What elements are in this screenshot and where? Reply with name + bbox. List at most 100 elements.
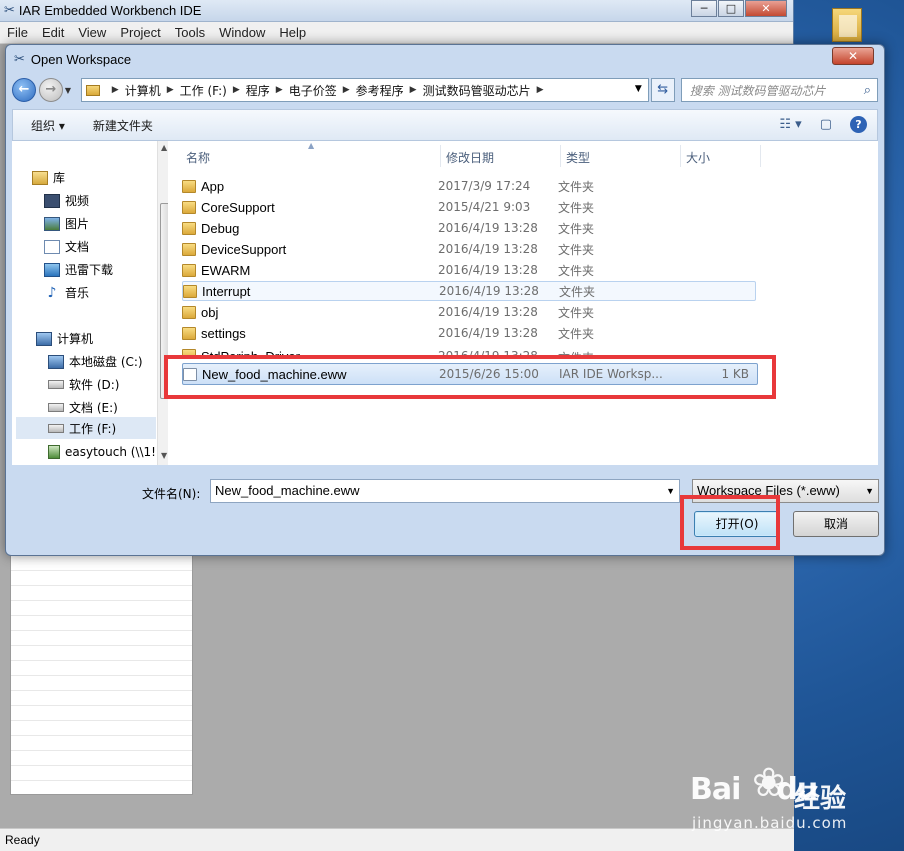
menu-file[interactable]: File [0,25,35,40]
breadcrumb-computer[interactable]: 计算机 [125,82,161,99]
menu-project[interactable]: Project [113,25,167,40]
chevron-right-icon[interactable]: ▶ [410,85,417,95]
menu-window[interactable]: Window [212,25,272,40]
chevron-right-icon[interactable]: ▶ [276,85,283,95]
ide-titlebar[interactable]: ✂ IAR Embedded Workbench IDE ─ □ ✕ [0,0,793,22]
column-type[interactable]: 类型 [566,149,590,166]
file-date: 2016/4/19 13:28 [438,263,538,277]
nav-item-music[interactable]: ♪ 音乐 [44,284,89,301]
forward-button[interactable]: → [38,78,63,102]
view-options-icon[interactable]: ☷ ▾ [779,117,801,132]
nav-network-easytouch[interactable]: easytouch (\\1! [48,445,156,459]
nav-item-video[interactable]: 视频 [44,192,89,209]
chevron-down-icon[interactable]: ▼ [865,480,874,502]
nav-item-label: 工作 (F:) [69,421,117,436]
help-icon[interactable]: ? [850,116,867,133]
breadcrumb-reference[interactable]: 参考程序 [356,82,404,99]
dialog-titlebar[interactable]: ✂ Open Workspace ✕ [6,45,884,73]
column-divider[interactable] [680,145,681,167]
desktop-folder-icon[interactable] [826,2,866,46]
file-row[interactable]: Debug 2016/4/19 13:28 文件夹 [182,218,756,238]
chevron-right-icon[interactable]: ▶ [233,85,240,95]
back-arrow-icon: ← [18,82,30,97]
file-row[interactable]: Interrupt 2016/4/19 13:28 文件夹 [182,281,756,301]
back-button[interactable]: ← [12,78,36,102]
column-divider[interactable] [760,145,761,167]
file-type: 文件夹 [558,263,595,278]
file-row[interactable]: obj 2016/4/19 13:28 文件夹 [182,302,756,322]
file-row[interactable]: EWARM 2016/4/19 13:28 文件夹 [182,260,756,280]
chevron-down-icon[interactable]: ▼ [666,480,675,502]
folder-icon [182,263,196,277]
breadcrumb-drive-f[interactable]: 工作 (F:) [180,82,227,99]
workspace-panel[interactable] [10,555,193,795]
address-bar[interactable]: ▶ 计算机 ▶ 工作 (F:) ▶ 程序 ▶ 电子价签 ▶ 参考程序 ▶ 测试数… [80,78,649,102]
folder-icon [182,200,196,214]
breadcrumb-price-tag[interactable]: 电子价签 [289,82,337,99]
file-name: obj [201,304,219,320]
menu-edit[interactable]: Edit [35,25,71,40]
file-date: 2016/4/19 13:28 [438,221,538,235]
drive-icon [48,380,64,389]
file-row[interactable]: App 2017/3/9 17:24 文件夹 [182,176,756,196]
column-size[interactable]: 大小 [686,149,710,166]
chevron-right-icon[interactable]: ▶ [343,85,350,95]
address-dropdown-icon[interactable]: ▼ [635,84,642,94]
chevron-right-icon[interactable]: ▶ [167,85,174,95]
chevron-right-icon[interactable]: ▶ [112,85,119,95]
scroll-down-icon[interactable]: ▼ [161,451,167,460]
nav-drive-e[interactable]: 文档 (E:) [48,399,118,416]
dialog-close-button[interactable]: ✕ [832,47,874,65]
network-drive-icon [48,445,61,459]
maximize-button[interactable]: □ [718,0,744,17]
nav-computer[interactable]: 计算机 [36,330,93,347]
menu-help[interactable]: Help [272,25,313,40]
organize-button[interactable]: 组织 ▾ [31,117,65,134]
search-input[interactable]: 搜索 测试数码管驱动芯片 ⌕ [680,78,879,102]
breadcrumb-program[interactable]: 程序 [246,82,270,99]
paw-icon: ❀ [752,760,786,806]
folder-icon [182,221,196,235]
menu-tools[interactable]: Tools [168,25,212,40]
refresh-button[interactable]: ⇆ [650,78,675,102]
nav-item-label: 本地磁盘 (C:) [69,355,143,369]
breadcrumb-current[interactable]: 测试数码管驱动芯片 [423,82,531,99]
nav-item-label: 视频 [65,194,90,208]
new-folder-button[interactable]: 新建文件夹 [93,117,153,134]
nav-item-documents[interactable]: 文档 [44,238,89,255]
file-row[interactable]: settings 2016/4/19 13:28 文件夹 [182,323,756,343]
file-type: 文件夹 [558,200,595,215]
chevron-right-icon[interactable]: ▶ [537,85,544,95]
preview-pane-icon[interactable]: ▢ [820,117,832,132]
address-row: ← → ▼ ▶ 计算机 ▶ 工作 (F:) ▶ 程序 ▶ 电子价签 ▶ 参考程序… [12,77,879,103]
column-divider[interactable] [560,145,561,167]
column-date[interactable]: 修改日期 [446,149,494,166]
history-dropdown-icon[interactable]: ▼ [65,86,77,95]
open-workspace-dialog: ✂ Open Workspace ✕ ← → ▼ ▶ 计算机 ▶ 工作 (F:)… [5,44,885,556]
minimize-button[interactable]: ─ [691,0,717,17]
nav-drive-c[interactable]: 本地磁盘 (C:) [48,353,143,370]
folder-icon [182,326,196,340]
nav-item-thunder-downloads[interactable]: 迅雷下载 [44,261,113,278]
file-name: Interrupt [202,283,251,299]
library-icon [32,170,48,185]
column-name[interactable]: 名称 [186,149,210,166]
nav-library[interactable]: 库 [32,169,65,186]
file-row[interactable]: CoreSupport 2015/4/21 9:03 文件夹 [182,197,756,217]
document-icon [44,239,60,254]
filename-input[interactable]: New_food_machine.eww ▼ [210,479,680,503]
scroll-up-icon[interactable]: ▲ [161,143,167,152]
file-row[interactable]: DeviceSupport 2016/4/19 13:28 文件夹 [182,239,756,259]
file-name: CoreSupport [201,199,275,215]
column-divider[interactable] [440,145,441,167]
search-icon[interactable]: ⌕ [864,83,871,98]
nav-item-pictures[interactable]: 图片 [44,215,89,232]
nav-drive-d[interactable]: 软件 (D:) [48,376,119,393]
nav-drive-f[interactable]: 工作 (F:) [16,417,156,439]
cancel-button[interactable]: 取消 [793,511,879,537]
close-button[interactable]: ✕ [745,0,787,17]
filename-value: New_food_machine.eww [215,483,360,498]
dialog-title: Open Workspace [30,51,132,67]
sort-ascending-icon: ▲ [308,141,315,150]
menu-view[interactable]: View [71,25,113,40]
